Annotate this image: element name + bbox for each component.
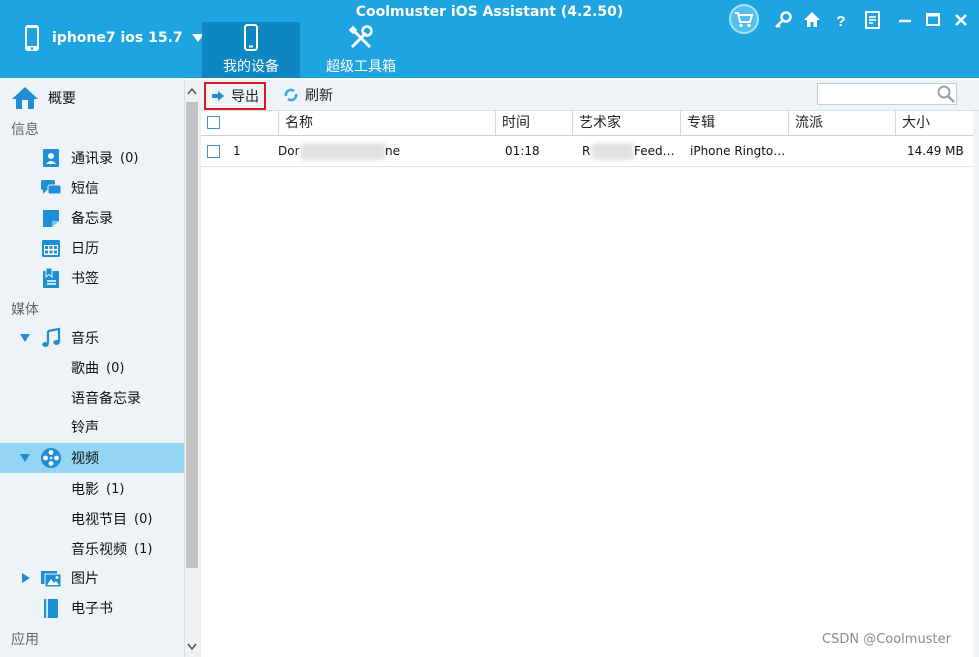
expand-triangle-icon[interactable]	[19, 452, 31, 464]
phone-icon	[244, 24, 258, 51]
expand-triangle-right-icon[interactable]	[19, 572, 31, 584]
sidebar-item-music-videos[interactable]: 音乐视频 (1)	[0, 534, 253, 564]
row-name-end: ne	[385, 144, 400, 158]
contacts-icon	[43, 149, 59, 167]
help-icon[interactable]: ?	[830, 9, 852, 31]
scroll-up-icon[interactable]	[186, 86, 198, 96]
maximize-icon[interactable]	[922, 9, 944, 31]
photo-icon	[41, 571, 62, 588]
bookmark-icon	[43, 267, 59, 288]
sidebar-item-movies[interactable]: 电影 (1)	[0, 474, 253, 504]
scroll-thumb[interactable]	[186, 102, 198, 568]
sidebar-category-media: 媒体	[11, 302, 39, 318]
tab-super-toolbox[interactable]: 超级工具箱	[312, 22, 410, 78]
feedback-icon[interactable]	[862, 9, 884, 31]
column-header-genre[interactable]: 流派	[788, 111, 895, 135]
app-title: Coolmuster iOS Assistant (4.2.50)	[355, 4, 624, 20]
row-artist-end: Feed…	[634, 144, 675, 158]
sidebar-item-music[interactable]: 音乐	[0, 323, 201, 353]
cart-icon[interactable]	[728, 4, 760, 34]
calendar-icon	[42, 240, 60, 257]
sidebar-item-video[interactable]: 视频	[0, 443, 201, 473]
item-count: (1)	[134, 541, 153, 557]
note-icon	[43, 210, 59, 227]
home-icon	[12, 87, 38, 109]
item-count: (0)	[134, 511, 153, 527]
film-reel-icon	[41, 448, 61, 468]
device-selector[interactable]: iphone7 ios 15.7	[18, 24, 205, 52]
column-header-album[interactable]: 专辑	[680, 111, 788, 135]
home-icon[interactable]	[801, 9, 823, 31]
column-header-artist[interactable]: 艺术家	[572, 111, 680, 135]
minimize-icon[interactable]	[894, 9, 916, 31]
sidebar-category-info: 信息	[11, 122, 39, 138]
column-header-time[interactable]: 时间	[495, 111, 572, 135]
refresh-button[interactable]: 刷新	[283, 84, 333, 106]
row-index: 1	[233, 144, 241, 158]
music-note-icon	[42, 327, 61, 347]
device-name: iphone7 ios 15.7	[52, 30, 183, 46]
arrow-right-icon	[212, 91, 224, 101]
item-count: (1)	[106, 481, 125, 497]
row-artist-start: R	[582, 144, 591, 158]
close-icon[interactable]	[950, 9, 972, 31]
export-button[interactable]: 导出	[204, 82, 266, 110]
svg-text:?: ?	[836, 13, 845, 30]
sidebar-item-overview[interactable]: 概要	[0, 83, 193, 113]
row-size: 14.49 MB	[907, 144, 964, 158]
book-icon	[44, 599, 58, 618]
window-right-edge	[973, 111, 979, 657]
sidebar-item-voice-memos[interactable]: 语音备忘录	[0, 383, 253, 413]
column-header-size[interactable]: 大小	[895, 111, 973, 135]
scroll-down-icon[interactable]	[186, 642, 198, 652]
chat-icon	[41, 180, 62, 195]
row-name-start: Dor	[278, 144, 300, 158]
phone-icon	[25, 25, 39, 51]
blurred-text	[300, 143, 386, 160]
tab-my-device[interactable]: 我的设备	[202, 22, 300, 78]
column-header-name[interactable]: 名称	[278, 111, 495, 135]
tools-icon	[348, 25, 373, 49]
search-icon[interactable]	[936, 84, 956, 104]
sidebar-item-photos[interactable]: 图片	[0, 563, 201, 593]
sidebar-item-tv-shows[interactable]: 电视节目 (0)	[0, 504, 253, 534]
tab-label: 我的设备	[223, 59, 279, 75]
select-all-checkbox[interactable]	[207, 116, 220, 129]
tab-label: 超级工具箱	[326, 59, 396, 75]
item-count: (0)	[106, 360, 125, 376]
item-count: (0)	[120, 150, 139, 166]
row-album: iPhone Ringto…	[690, 144, 786, 158]
sidebar-item-ringtones[interactable]: 铃声	[0, 412, 253, 442]
refresh-icon	[284, 88, 298, 102]
key-icon[interactable]	[772, 9, 794, 31]
blurred-text	[592, 143, 634, 160]
watermark: CSDN @Coolmuster	[822, 632, 951, 647]
row-time: 01:18	[505, 144, 540, 158]
sidebar-category-apps: 应用	[11, 632, 39, 648]
row-checkbox[interactable]	[207, 145, 220, 158]
sidebar-item-songs[interactable]: 歌曲 (0)	[0, 353, 253, 383]
expand-triangle-icon[interactable]	[19, 332, 31, 344]
